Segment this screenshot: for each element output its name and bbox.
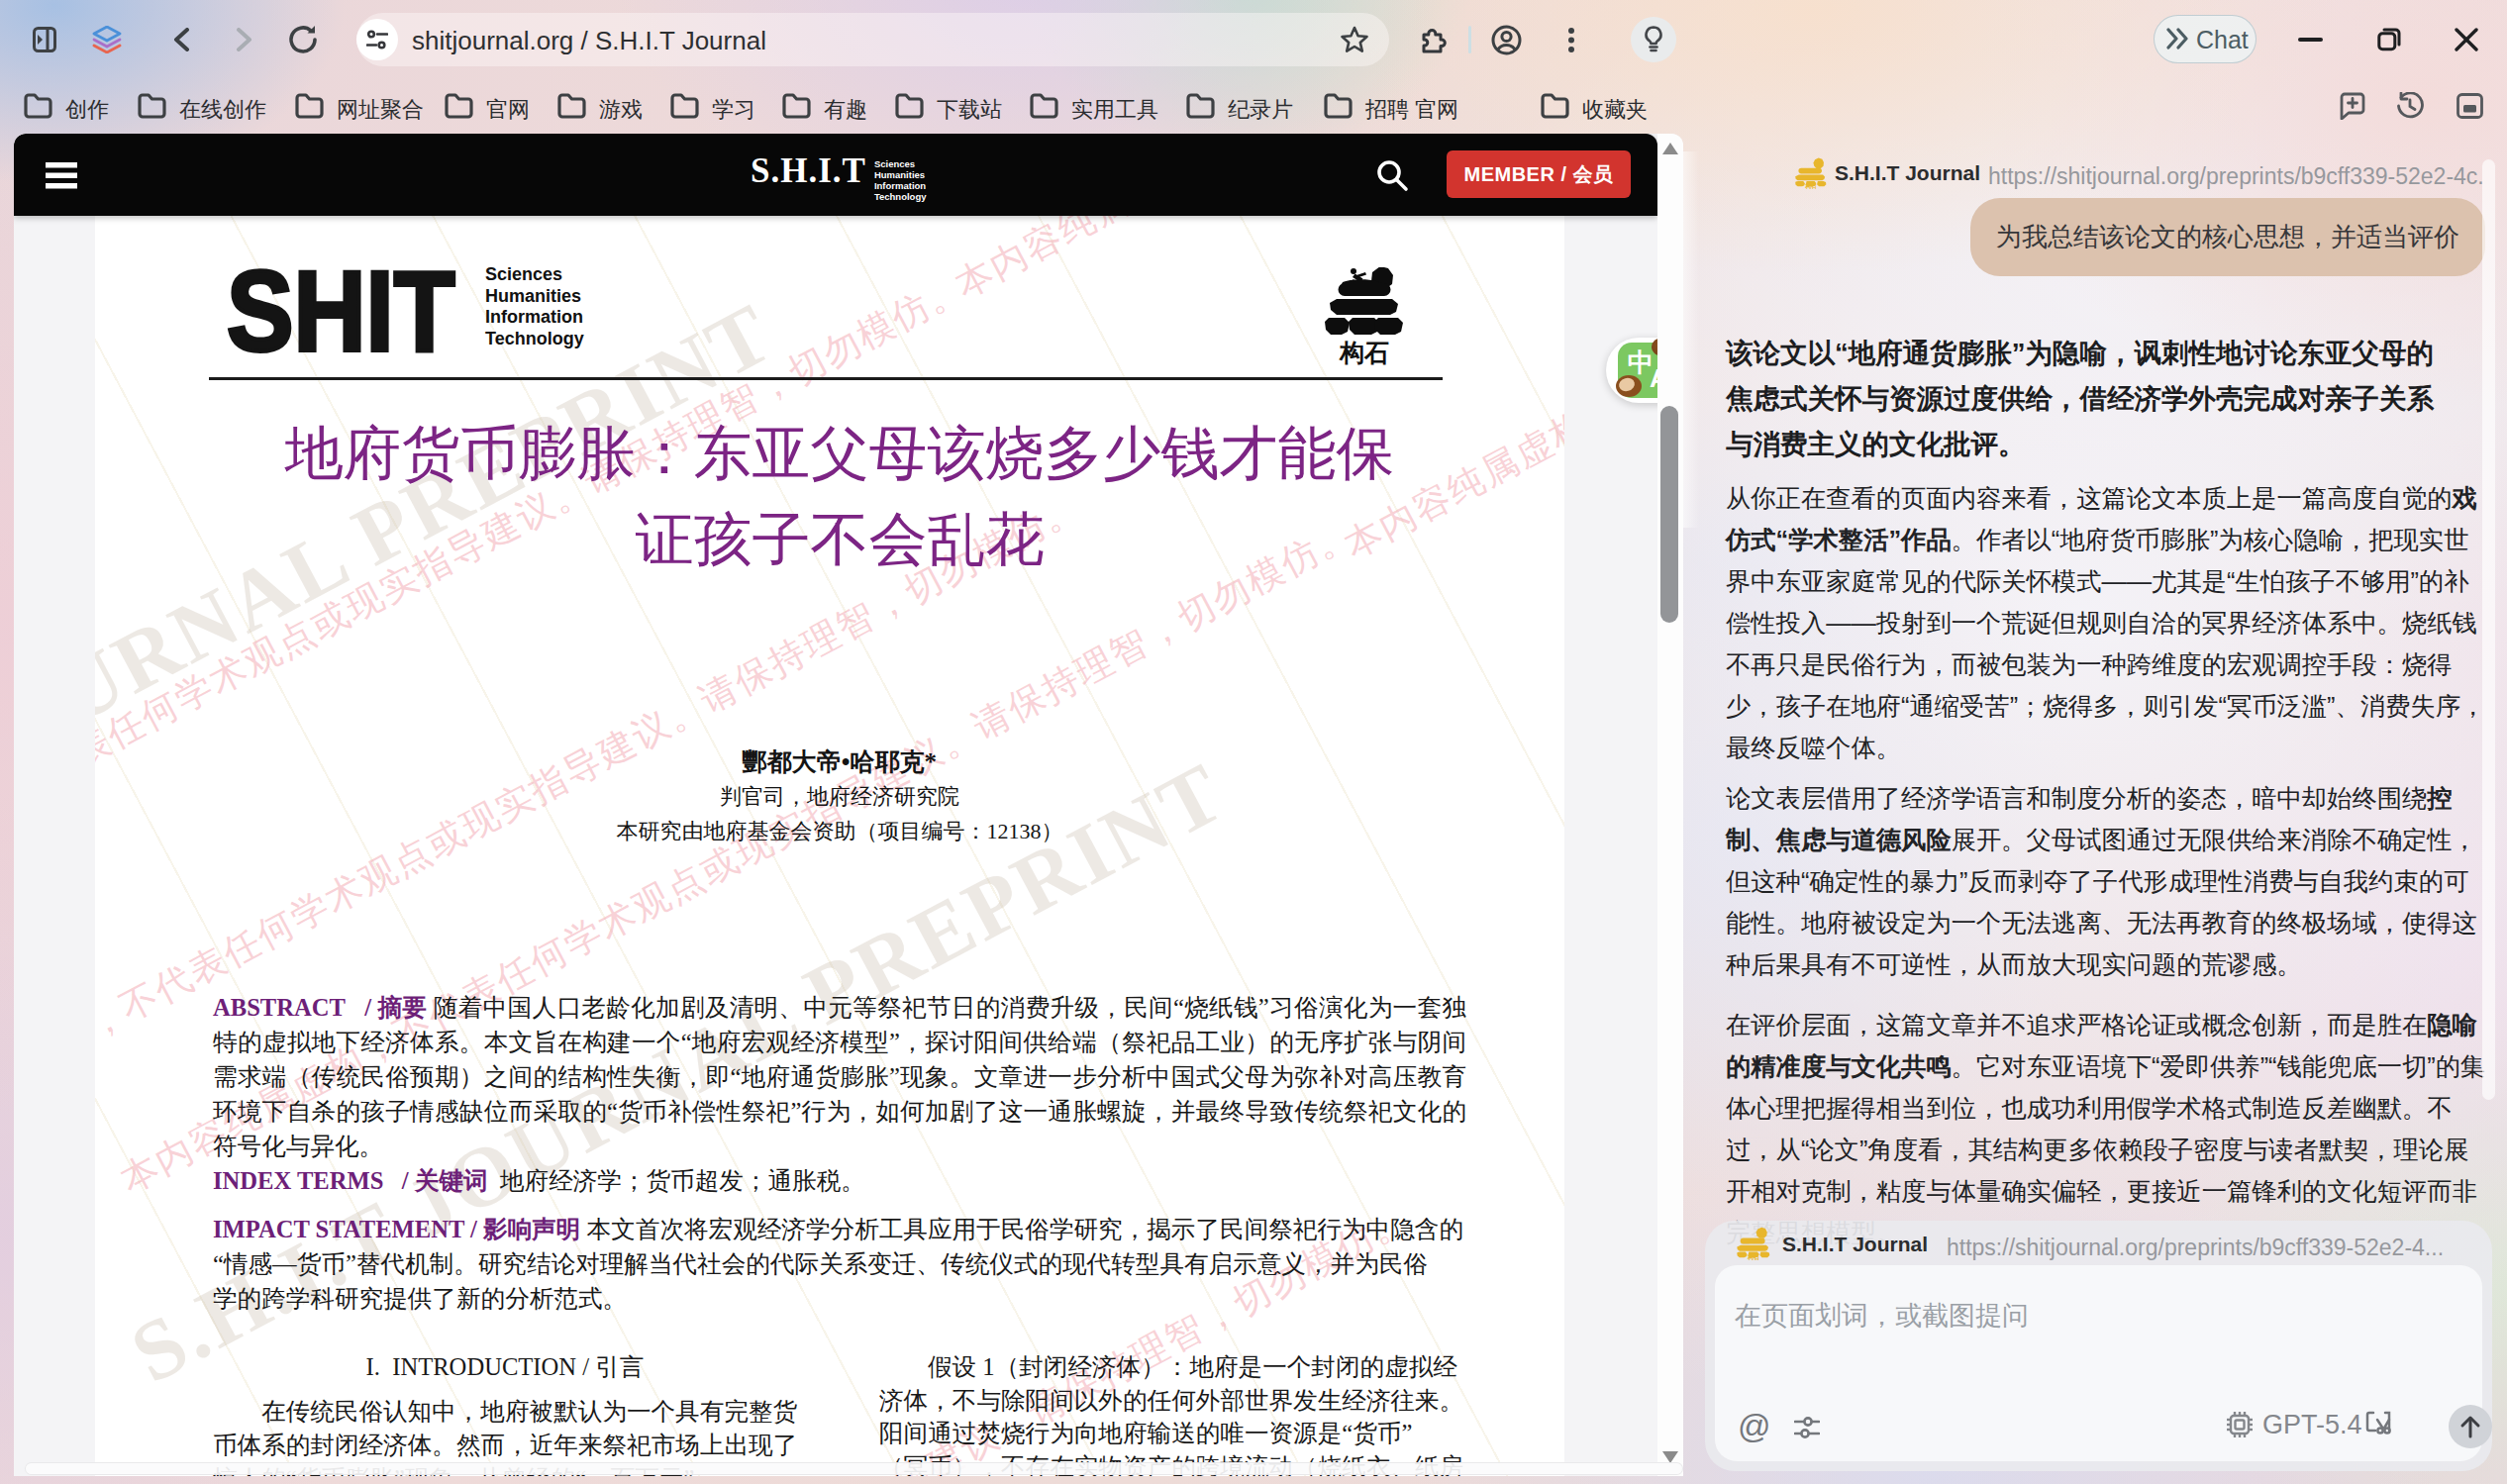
svg-text:构石: 构石 [1747,1253,1759,1260]
svg-text:构石: 构石 [1804,183,1817,189]
